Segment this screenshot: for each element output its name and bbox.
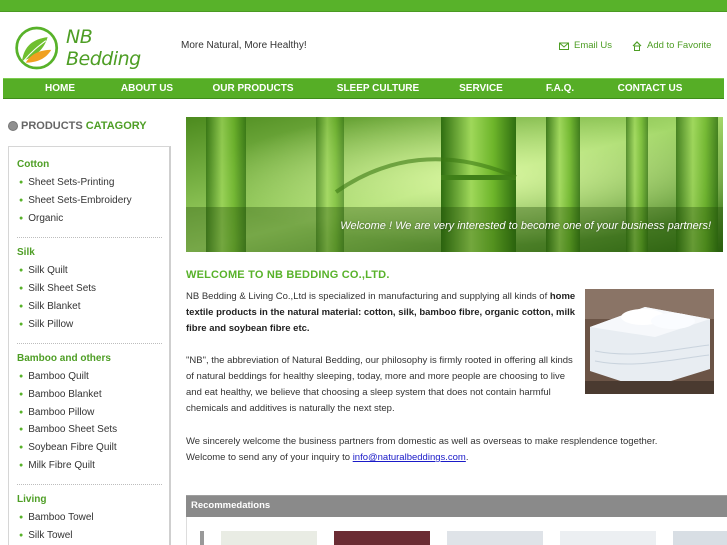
email-link[interactable]: info@naturalbeddings.com: [353, 452, 466, 463]
bullet-circle-icon: [8, 121, 18, 131]
recommendation-thumb[interactable]: [673, 531, 727, 545]
home-icon: [632, 40, 642, 51]
recommendations-header: Recommedations: [186, 495, 727, 517]
bamboo-banner: Welcome ! We are very interested to beco…: [186, 117, 723, 252]
category-item-label: Organic: [28, 213, 64, 224]
bullet-icon: ●: [19, 391, 24, 398]
category-item[interactable]: ● Bamboo Pillow: [19, 407, 94, 418]
intro-text: NB Bedding & Living Co.,Ltd is specializ…: [186, 291, 548, 302]
slogan: More Natural, More Healthy!: [181, 40, 307, 51]
partnership-paragraph: We sincerely welcome the business partne…: [186, 434, 716, 466]
category-item-label: Silk Sheet Sets: [28, 283, 97, 294]
inquiry-line: Welcome to send any of your inquiry to i…: [186, 450, 716, 466]
recommendations-title: Recommedations: [191, 500, 271, 511]
category-item-label: Bamboo Pillow: [28, 407, 95, 418]
category-item[interactable]: ● Bamboo Quilt: [19, 371, 89, 382]
nav-about-us[interactable]: ABOUT US: [111, 79, 183, 100]
category-item-label: Milk Fibre Quilt: [28, 460, 95, 471]
bullet-icon: ●: [19, 197, 24, 204]
bullet-icon: ●: [19, 303, 24, 310]
category-item[interactable]: ● Silk Blanket: [19, 301, 80, 312]
category-divider: [17, 237, 162, 238]
top-accent-bar: [0, 0, 727, 12]
recommendation-thumb[interactable]: [221, 531, 317, 545]
products-category-heading: PRODUCTS CATAGORY: [8, 120, 147, 132]
category-item[interactable]: ● Soybean Fibre Quilt: [19, 442, 117, 453]
email-us-label: Email Us: [574, 40, 613, 51]
category-bamboo-and-others[interactable]: Bamboo and others: [17, 353, 111, 364]
category-item-label: Sheet Sets-Embroidery: [28, 195, 132, 206]
category-item[interactable]: ● Silk Sheet Sets: [19, 283, 96, 294]
bullet-icon: ●: [19, 179, 24, 186]
nav-service[interactable]: SERVICE: [450, 79, 512, 100]
bullet-icon: ●: [19, 462, 24, 469]
bullet-icon: ●: [19, 267, 24, 274]
category-item-label: Silk Quilt: [28, 265, 68, 276]
nav-our-products[interactable]: OUR PRODUCTS: [203, 79, 303, 100]
bullet-icon: ●: [19, 321, 24, 328]
nav-sleep-culture[interactable]: SLEEP CULTURE: [328, 79, 428, 100]
category-living[interactable]: Living: [17, 494, 46, 505]
product-category-sidebar: Cotton ● Sheet Sets-Printing ● Sheet Sets-…: [8, 146, 171, 545]
leaf-logo-icon: [15, 26, 59, 70]
category-item-label: Bamboo Sheet Sets: [28, 424, 118, 435]
partnership-text: We sincerely welcome the business partne…: [186, 436, 658, 447]
philosophy-paragraph: "NB", the abbreviation of Natural Beddin…: [186, 355, 573, 414]
bullet-icon: ●: [19, 373, 24, 380]
category-item[interactable]: ● Sheet Sets-Embroidery: [19, 195, 132, 206]
site-logo[interactable]: NB Bedding: [13, 20, 163, 76]
category-item-label: Bamboo Quilt: [28, 371, 89, 382]
inquiry-end: .: [465, 452, 469, 463]
bedding-product-photo[interactable]: [585, 289, 714, 394]
category-item-label: Sheet Sets-Printing: [28, 177, 115, 188]
nav-faq[interactable]: F.A.Q.: [535, 79, 585, 100]
bullet-icon: ●: [19, 409, 24, 416]
category-item-label: Silk Towel: [28, 530, 73, 541]
recommendations-strip: [186, 517, 727, 545]
intro-paragraph: NB Bedding & Living Co.,Ltd is specializ…: [186, 289, 580, 337]
category-item[interactable]: ● Silk Pillow: [19, 319, 73, 330]
category-item[interactable]: ● Sheet Sets-Printing: [19, 177, 114, 188]
category-item-label: Bamboo Blanket: [28, 389, 102, 400]
bullet-icon: ●: [19, 444, 24, 451]
category-divider: [17, 484, 162, 485]
main-navigation: HOME ABOUT US OUR PRODUCTS SLEEP CULTURE…: [3, 78, 724, 99]
category-item-label: Silk Blanket: [28, 301, 81, 312]
category-item[interactable]: ● Silk Towel: [19, 530, 73, 541]
bullet-icon: ●: [19, 514, 24, 521]
scroll-left-arrow[interactable]: [200, 531, 204, 545]
recommendation-thumb[interactable]: [447, 531, 543, 545]
nav-home[interactable]: HOME: [31, 79, 89, 100]
category-item-label: Silk Pillow: [28, 319, 74, 330]
category-item-label: Soybean Fibre Quilt: [28, 442, 117, 453]
heading-products: PRODUCTS: [21, 120, 83, 132]
bullet-icon: ●: [19, 426, 24, 433]
category-item[interactable]: ● Silk Quilt: [19, 265, 68, 276]
banner-caption: Welcome ! We are very interested to beco…: [340, 220, 711, 232]
recommendation-thumb[interactable]: [334, 531, 430, 545]
category-cotton[interactable]: Cotton: [17, 159, 49, 170]
category-divider: [17, 343, 162, 344]
brand-name: NB Bedding: [66, 26, 141, 70]
category-item[interactable]: ● Bamboo Towel: [19, 512, 94, 523]
nav-contact-us[interactable]: CONTACT US: [610, 79, 690, 100]
inquiry-text: Welcome to send any of your inquiry to: [186, 452, 351, 463]
envelope-icon: [559, 42, 569, 50]
bedding-image: [585, 289, 714, 394]
category-item[interactable]: ● Milk Fibre Quilt: [19, 460, 95, 471]
category-item[interactable]: ● Bamboo Blanket: [19, 389, 102, 400]
welcome-heading: WELCOME TO NB BEDDING CO.,LTD.: [186, 269, 390, 281]
category-item-label: Bamboo Towel: [28, 512, 94, 523]
heading-category: CATAGORY: [85, 120, 147, 132]
category-silk[interactable]: Silk: [17, 247, 35, 258]
bullet-icon: ●: [19, 285, 24, 292]
bullet-icon: ●: [19, 532, 24, 539]
email-us-link[interactable]: Email Us: [559, 40, 612, 51]
recommendation-thumb[interactable]: [560, 531, 656, 545]
category-item[interactable]: ● Bamboo Sheet Sets: [19, 424, 117, 435]
add-to-favorite-label: Add to Favorite: [647, 40, 712, 51]
add-to-favorite-link[interactable]: Add to Favorite: [632, 40, 711, 51]
bullet-icon: ●: [19, 215, 24, 222]
category-item[interactable]: ● Organic: [19, 213, 63, 224]
